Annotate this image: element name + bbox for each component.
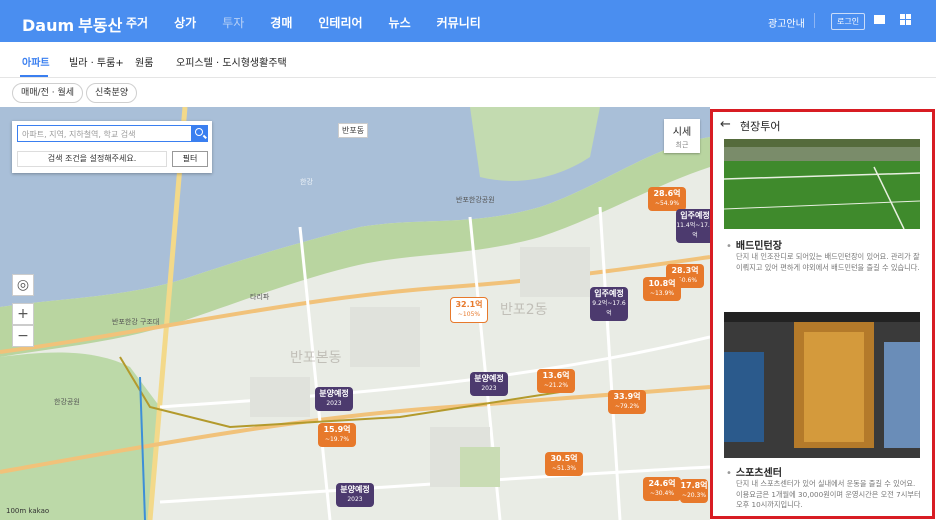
active-tab-indicator [20, 75, 48, 77]
logo-service: 부동산 [78, 16, 123, 35]
price-pin[interactable]: 33.9억 ~79.2% [608, 390, 646, 414]
property-type-tabs: 아파트 빌라 · 투룸+ 원룸 오피스텔 · 도시형생활주택 [0, 42, 936, 78]
tab-villa[interactable]: 빌라 · 투룸+ [69, 54, 124, 69]
sise-sub: 최근 [675, 141, 689, 149]
current-location-button[interactable]: ◎ [12, 274, 34, 296]
mail-icon[interactable] [874, 15, 885, 24]
kakao-logo: kakao [28, 507, 50, 515]
nav-residential[interactable]: 주거 [126, 14, 161, 31]
price-pin[interactable]: 입주예정 11.4억~17.2억 [676, 209, 710, 243]
price-pin[interactable]: 24.6억 ~30.4% [643, 477, 681, 501]
price-pin[interactable]: 30.5억 ~51.3% [545, 452, 583, 476]
top-header: Daum 부동산 주거 상가 투자 경매 인테리어 뉴스 커뮤니티 광고안내 로그… [0, 0, 936, 42]
nav-investment[interactable]: 투자 [209, 14, 257, 31]
highlight-frame [710, 109, 935, 519]
tab-officetel[interactable]: 오피스텔 · 도시형생활주택 [176, 54, 287, 69]
nav-news[interactable]: 뉴스 [376, 14, 424, 31]
search-button[interactable] [192, 125, 208, 142]
nav-interior[interactable]: 인테리어 [305, 14, 375, 31]
daum-realestate-logo[interactable]: Daum 부동산 [22, 12, 122, 36]
price-pin[interactable]: 13.6억 ~21.2% [537, 369, 575, 393]
filter-button[interactable]: 필터 [172, 151, 208, 167]
tab-apartment[interactable]: 아파트 [22, 54, 50, 69]
search-input[interactable]: 아파트, 지역, 지하철역, 학교 검색 [17, 125, 192, 142]
map-label-hangang: 한강 [300, 178, 313, 186]
app-grid-icon[interactable] [900, 14, 911, 25]
price-layer-toggle[interactable]: 시세 최근 [664, 119, 700, 153]
new-sale-filter[interactable]: 신축분양 [86, 83, 138, 103]
price-pin[interactable]: 17.8억 ~20.3% [680, 479, 708, 503]
main-nav: 주거 상가 투자 경매 인테리어 뉴스 커뮤니티 [126, 14, 494, 31]
search-status: 검색 조건을 설정해주세요. [17, 151, 167, 167]
sise-label: 시세 [672, 127, 692, 138]
map-label-banpo-park: 반포한강공원 [456, 196, 495, 204]
nav-commercial[interactable]: 상가 [161, 14, 209, 31]
map-label-gujeong: 반포한강 구조대 [112, 318, 160, 326]
price-pin[interactable]: 28.6억 ~54.9% [648, 187, 686, 211]
ad-info-link[interactable]: 광고안내 [768, 15, 805, 30]
zoom-in-button[interactable]: + [12, 303, 34, 325]
divider [814, 13, 815, 28]
zoom-out-button[interactable]: − [12, 325, 34, 347]
price-pin[interactable]: 분양예정 2023 [470, 372, 508, 396]
map-view[interactable]: 반포동 한강 타리파 반포한강 구조대 반포한강공원 한강공원 반포본동 반포2… [0, 107, 710, 520]
search-icon [195, 128, 203, 136]
deal-type-filter[interactable]: 매매/전 · 월세 [12, 83, 84, 103]
price-pin[interactable]: 분양예정 2023 [315, 387, 353, 411]
map-label-tari: 타리파 [250, 293, 270, 301]
filter-row: 매매/전 · 월세 신축분양 [0, 78, 936, 107]
nav-auction[interactable]: 경매 [257, 14, 305, 31]
price-pin[interactable]: 분양예정 2023 [336, 483, 374, 507]
price-pin[interactable]: 32.1억 ~105% [450, 297, 488, 323]
map-label-banpodong[interactable]: 반포동 [338, 123, 369, 138]
map-label-banpo-2: 반포2동 [500, 302, 548, 318]
map-label-banpo-bon: 반포본동 [290, 350, 342, 366]
nav-community[interactable]: 커뮤니티 [424, 14, 494, 31]
login-button[interactable]: 로그인 [831, 13, 866, 30]
logo-brand: Daum [22, 16, 75, 35]
map-scale: 100m kakao [6, 507, 50, 515]
map-label-hangang-park: 한강공원 [54, 398, 80, 406]
target-icon: ◎ [16, 277, 30, 293]
price-pin[interactable]: 입주예정 9.2억~17.6억 [590, 287, 628, 321]
price-pin[interactable]: 10.8억 ~13.9% [643, 277, 681, 301]
tab-oneroom[interactable]: 원룸 [135, 54, 153, 69]
map-search-panel: 아파트, 지역, 지하철역, 학교 검색 검색 조건을 설정해주세요. 필터 [12, 121, 212, 173]
price-pin[interactable]: 15.9억 ~19.7% [318, 423, 356, 447]
